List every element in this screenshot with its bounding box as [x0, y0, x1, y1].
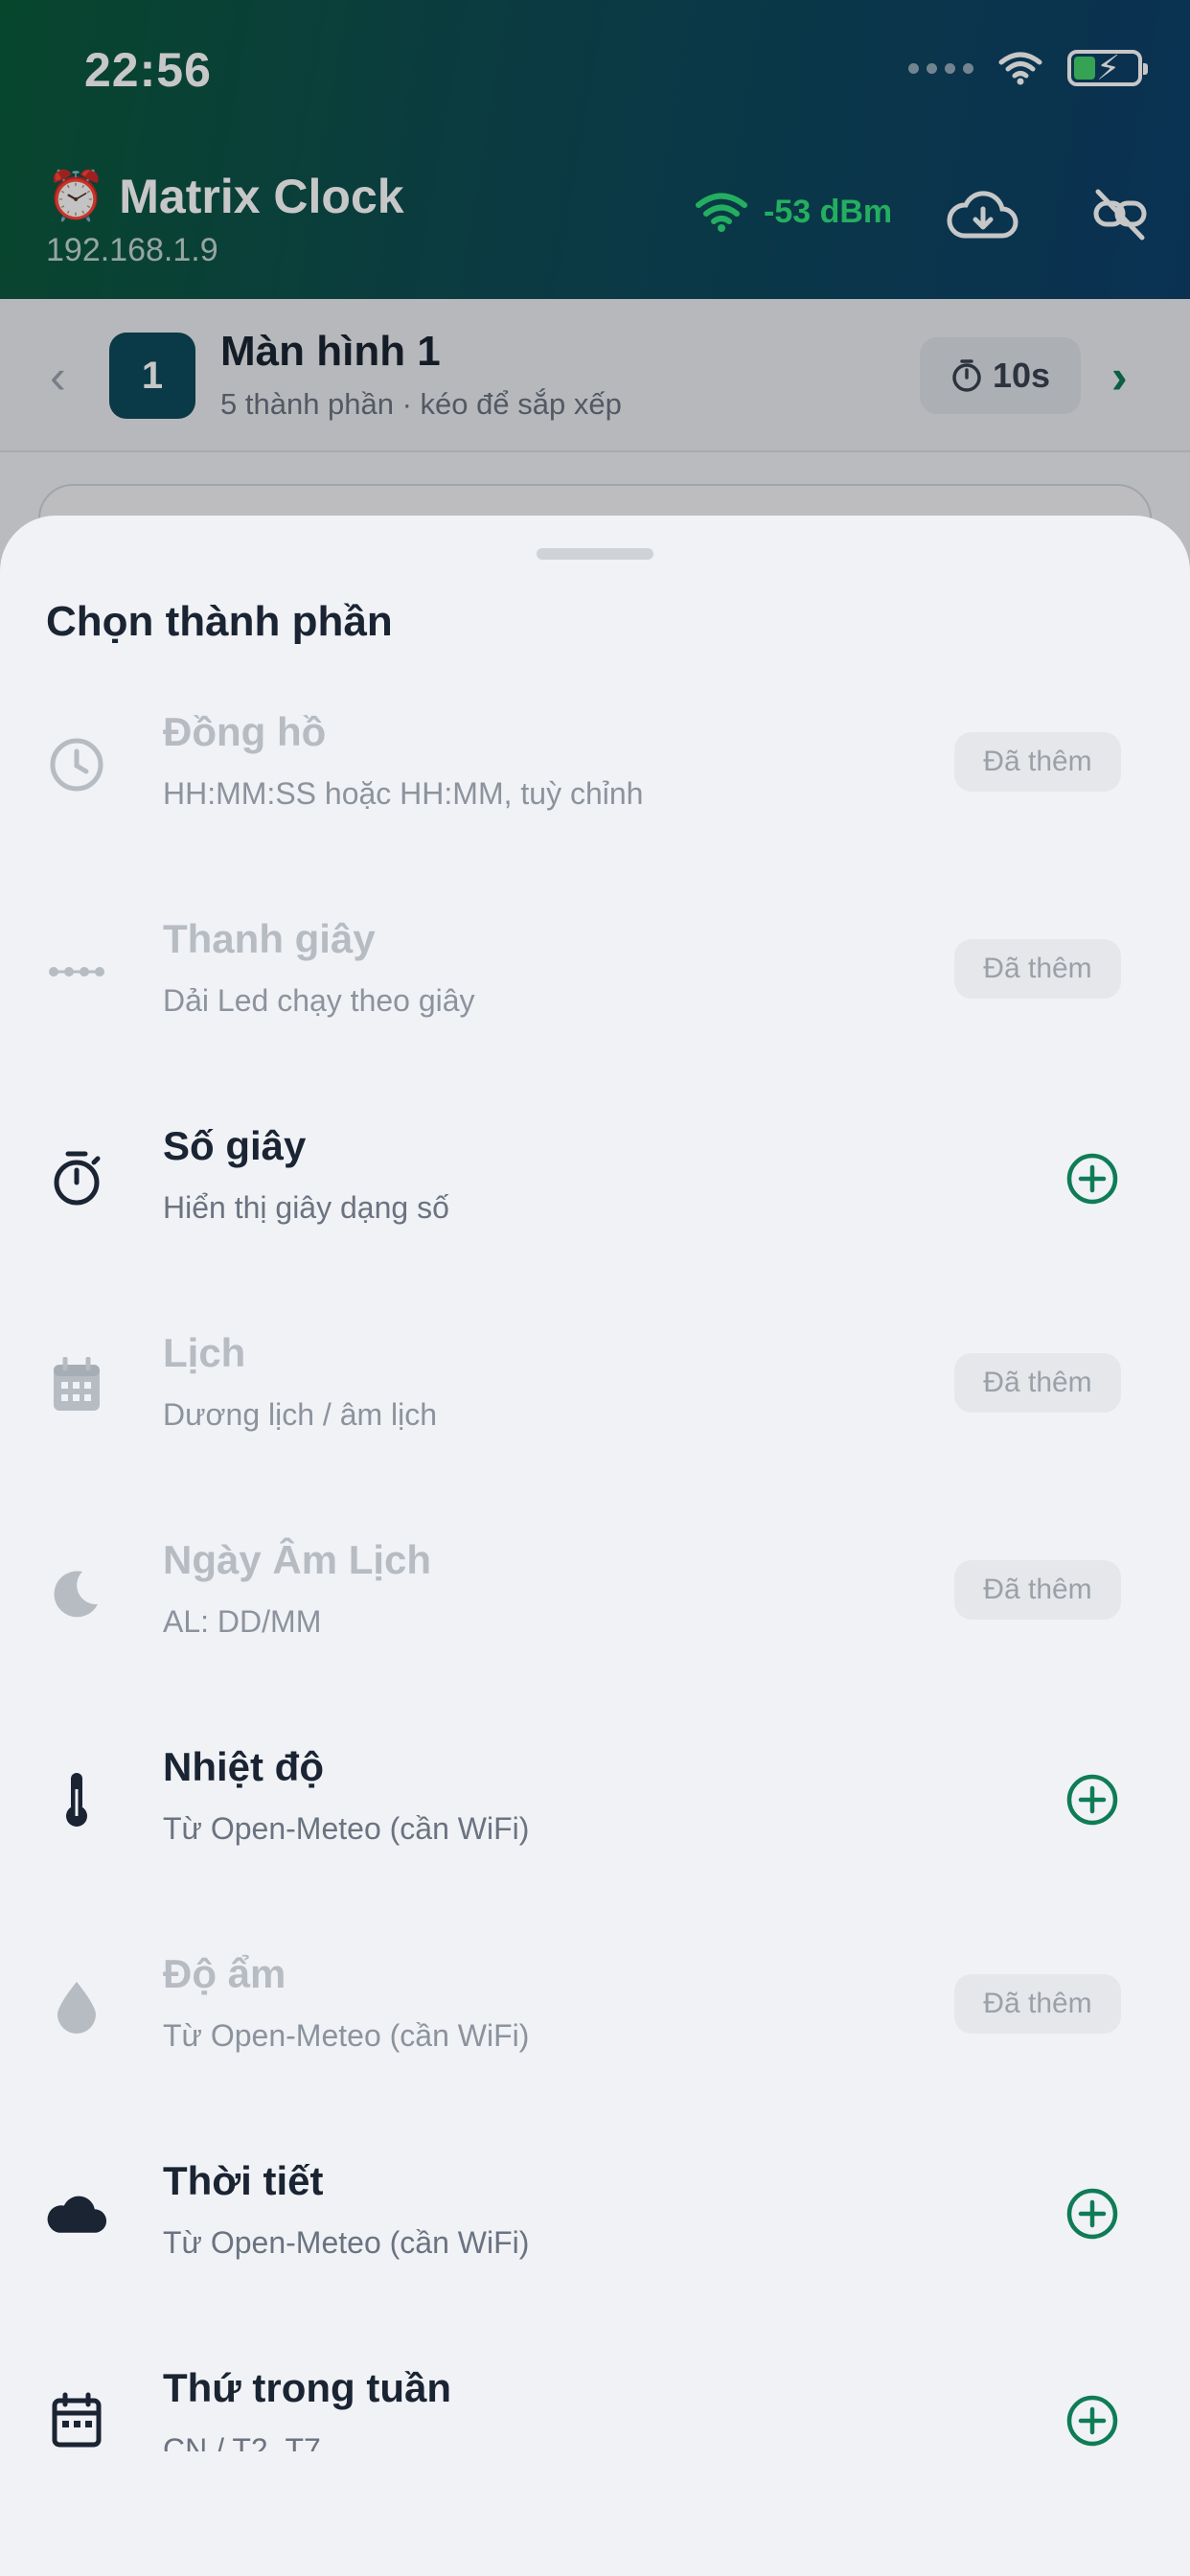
added-badge: Đã thêm: [954, 939, 1121, 999]
cloud-icon: [46, 2183, 107, 2244]
component-desc: HH:MM:SS hoặc HH:MM, tuỳ chỉnh: [163, 776, 644, 811]
calendar-grid-icon: [46, 1355, 107, 1416]
component-name: Đồng hồ: [163, 709, 327, 754]
sheet-title: Chọn thành phần: [46, 598, 393, 645]
dots-bar-icon: [46, 941, 107, 1002]
component-name: Lịch: [163, 1330, 246, 1375]
added-badge: Đã thêm: [954, 1560, 1121, 1620]
thermometer-icon: [46, 1769, 107, 1830]
component-desc: Từ Open-Meteo (cần WiFi): [163, 1811, 530, 1846]
component-item-humidity[interactable]: Độ ẩm Từ Open-Meteo (cần WiFi) Đã thêm: [0, 1926, 1190, 2133]
component-name: Nhiệt độ: [163, 1744, 324, 1789]
component-item-weather[interactable]: Thời tiết Từ Open-Meteo (cần WiFi): [0, 2133, 1190, 2340]
component-desc: CN / T2..T7: [163, 2432, 321, 2451]
component-desc: Dương lịch / âm lịch: [163, 1397, 438, 1432]
component-name: Thứ trong tuần: [163, 2365, 452, 2410]
calendar-icon: [46, 2390, 107, 2451]
added-badge: Đã thêm: [954, 1353, 1121, 1413]
component-desc: Từ Open-Meteo (cần WiFi): [163, 2018, 530, 2053]
component-name: Ngày Âm Lịch: [163, 1537, 432, 1582]
add-circle-icon[interactable]: [1065, 1773, 1119, 1827]
component-item-lunar-date[interactable]: Ngày Âm Lịch AL: DD/MM Đã thêm: [0, 1512, 1190, 1719]
stopwatch-icon: [46, 1148, 107, 1209]
add-circle-icon[interactable]: [1065, 2394, 1119, 2448]
component-name: Thanh giây: [163, 916, 376, 961]
component-name: Độ ẩm: [163, 1951, 286, 1996]
component-desc: AL: DD/MM: [163, 1604, 322, 1639]
drop-icon: [46, 1976, 107, 2037]
component-name: Thời tiết: [163, 2158, 324, 2203]
added-badge: Đã thêm: [954, 732, 1121, 792]
moon-icon: [46, 1562, 107, 1623]
added-badge: Đã thêm: [954, 1974, 1121, 2034]
component-item-temperature[interactable]: Nhiệt độ Từ Open-Meteo (cần WiFi): [0, 1719, 1190, 1926]
component-item-seconds-bar[interactable]: Thanh giây Dải Led chạy theo giây Đã thê…: [0, 891, 1190, 1098]
component-desc: Từ Open-Meteo (cần WiFi): [163, 2225, 530, 2260]
component-item-calendar[interactable]: Lịch Dương lịch / âm lịch Đã thêm: [0, 1305, 1190, 1512]
component-desc: Hiển thị giây dạng số: [163, 1190, 449, 1225]
sheet-grabber[interactable]: [537, 548, 653, 560]
add-circle-icon[interactable]: [1065, 1152, 1119, 1206]
component-item-seconds-number[interactable]: Số giây Hiển thị giây dạng số: [0, 1098, 1190, 1305]
component-desc: Dải Led chạy theo giây: [163, 983, 475, 1018]
component-picker-sheet: Chọn thành phần Đồng hồ HH:MM:SS hoặc HH…: [0, 516, 1190, 2576]
component-item-clock[interactable]: Đồng hồ HH:MM:SS hoặc HH:MM, tuỳ chỉnh Đ…: [0, 684, 1190, 891]
clock-icon: [46, 734, 107, 795]
component-item-weekday[interactable]: Thứ trong tuần CN / T2..T7: [0, 2340, 1190, 2451]
add-circle-icon[interactable]: [1065, 2187, 1119, 2241]
component-name: Số giây: [163, 1123, 307, 1168]
